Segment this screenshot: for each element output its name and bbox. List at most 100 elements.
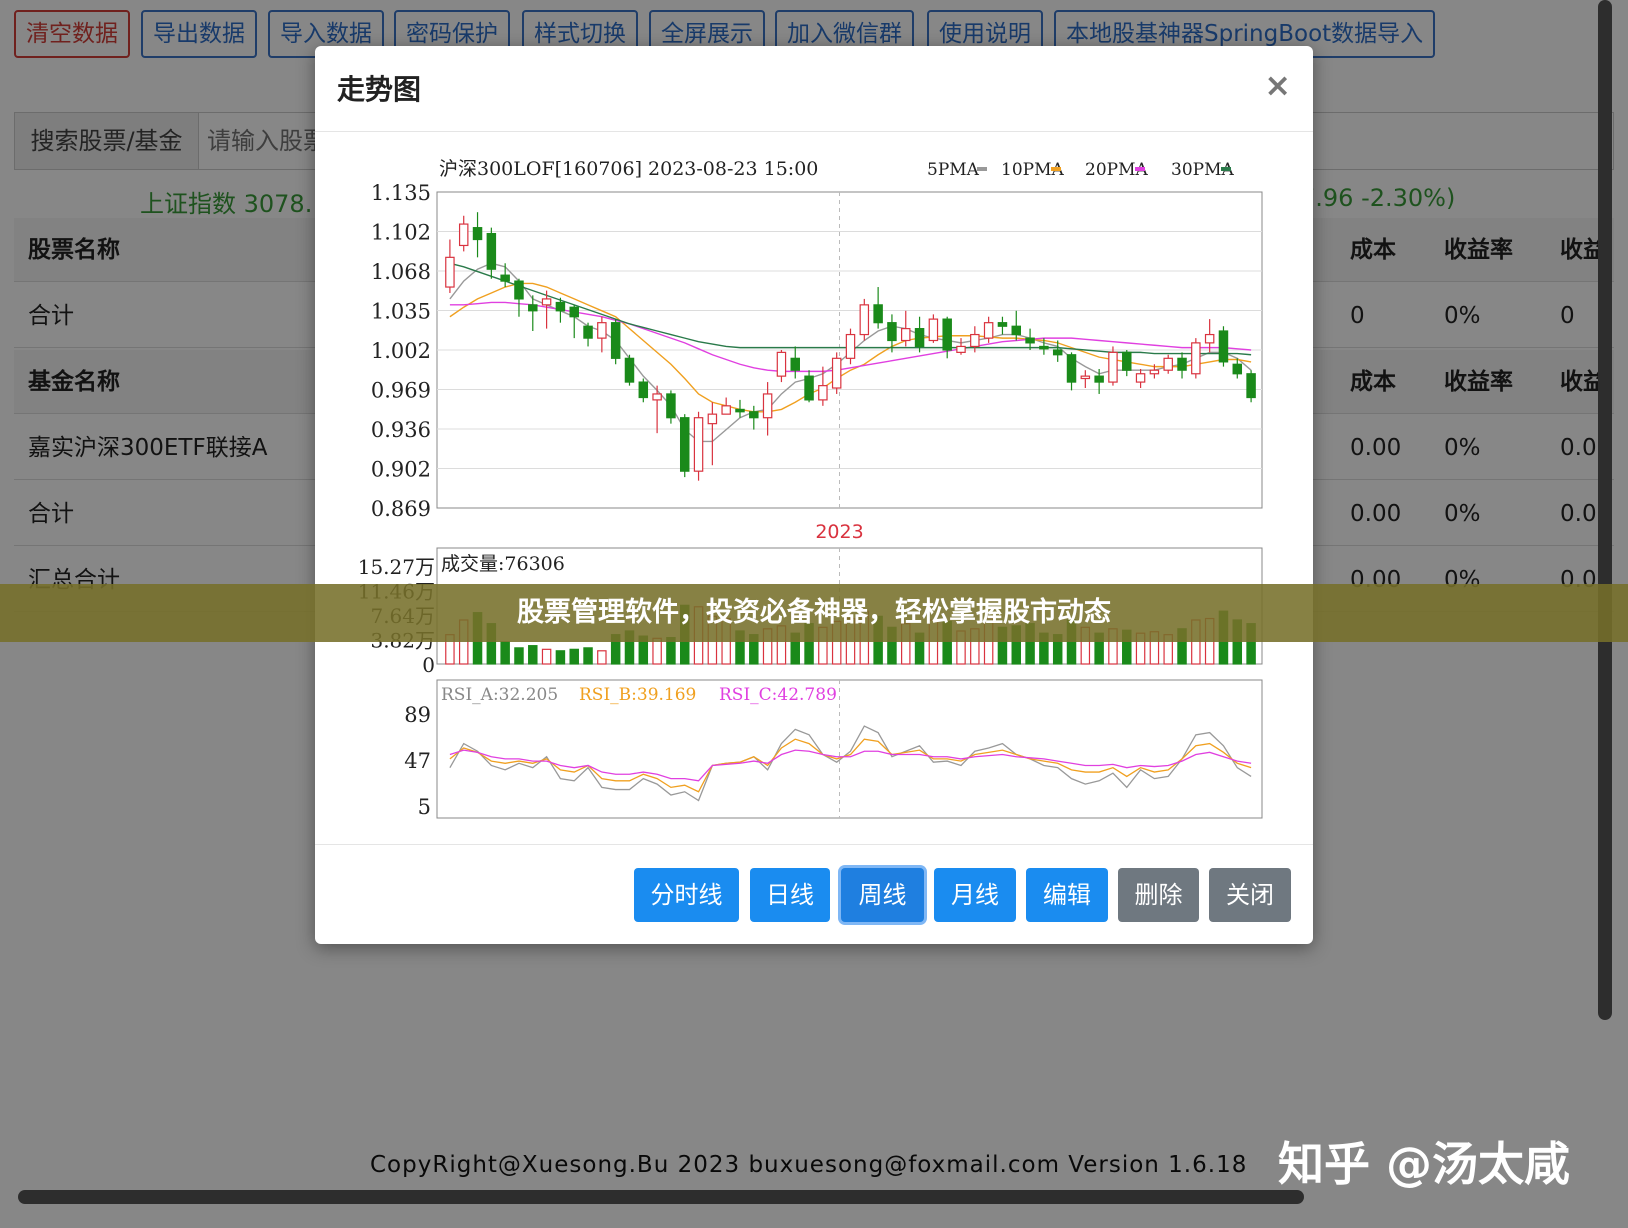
price-tick-label: 0.936 — [371, 418, 431, 442]
weekly-button[interactable]: 周线 — [841, 868, 924, 922]
price-tick-label: 0.902 — [371, 458, 431, 482]
candle-body — [1191, 342, 1201, 375]
banner-text: 股票管理软件，投资必备神器，轻松掌握股市动态 — [517, 597, 1111, 628]
volume-bar — [652, 637, 662, 665]
candle-body — [693, 417, 704, 472]
modal-header: 走势图 × — [315, 46, 1313, 132]
candle-body — [514, 280, 524, 300]
candle-body — [1066, 354, 1077, 383]
price-tick-label: 1.068 — [371, 260, 431, 284]
volume-label: 成交量:76306 — [441, 553, 565, 575]
candle-body — [528, 304, 538, 312]
candle-body — [859, 304, 870, 336]
intraday-button[interactable]: 分时线 — [634, 868, 739, 922]
edit-button[interactable]: 编辑 — [1026, 868, 1108, 922]
candle-body — [735, 408, 745, 413]
candle-body — [997, 322, 1008, 327]
candle-body — [1025, 337, 1035, 344]
candle-body — [762, 393, 773, 419]
delete-button[interactable]: 删除 — [1118, 868, 1199, 922]
price-tick-label: 1.135 — [371, 181, 431, 205]
price-tick-label: 1.102 — [371, 221, 431, 245]
candle-body — [707, 413, 718, 425]
legend-swatch — [1135, 167, 1145, 171]
watermark: 知乎 @汤太咸 — [1278, 1137, 1571, 1191]
rsi-tick-label: 47 — [404, 749, 431, 773]
candle-body — [1094, 375, 1104, 383]
candle-body — [583, 325, 593, 339]
candle-body — [831, 357, 842, 389]
volume-bar — [541, 648, 552, 665]
candle-body — [1039, 345, 1049, 350]
price-tick-label: 0.869 — [371, 497, 431, 521]
candle-body — [873, 304, 883, 324]
x-axis-label: 2023 — [815, 521, 863, 543]
candle-body — [1135, 373, 1146, 383]
rsi-panel — [436, 679, 1263, 819]
candle-body — [610, 322, 621, 359]
price-tick-label: 1.002 — [371, 339, 431, 363]
candle-body — [666, 393, 676, 419]
candle-body — [928, 318, 939, 342]
daily-button[interactable]: 日线 — [750, 868, 830, 922]
candle-body — [1218, 330, 1229, 363]
candle-body — [970, 333, 980, 348]
candle-body — [569, 306, 579, 318]
trend-chart: 1.135 1.102 1.068 1.035 1.002 0.969 0.936 0.902… — [358, 158, 1263, 819]
price-tick-label: 0.969 — [371, 379, 431, 403]
candle-body — [445, 256, 455, 288]
candle-body — [458, 223, 469, 247]
candle-body — [845, 333, 856, 359]
volume-bar — [569, 648, 579, 665]
candle-body — [721, 405, 731, 415]
candle-body — [804, 375, 814, 401]
promo-banner: 股票管理软件，投资必备神器，轻松掌握股市动态 — [0, 584, 1628, 642]
volume-bar — [500, 641, 510, 665]
candle-body — [555, 301, 566, 312]
candle-body — [790, 357, 800, 371]
legend-swatch — [1051, 167, 1061, 171]
candle-body — [1232, 363, 1243, 375]
candle-body — [1149, 369, 1160, 375]
candle-body — [1080, 375, 1091, 380]
candle-body — [1122, 351, 1132, 371]
candle-body — [983, 322, 994, 339]
candle-body — [818, 385, 828, 401]
volume-bar — [583, 647, 593, 665]
chart-title: 沪深300LOF[160706] 2023-08-23 15:00 — [439, 158, 818, 180]
candle-body — [500, 274, 510, 282]
volume-tick-label: 0 — [422, 653, 435, 677]
rsi-tick-label: 5 — [418, 795, 431, 819]
candle-body — [638, 381, 649, 399]
candle-body — [597, 322, 607, 339]
candle-body — [1052, 349, 1063, 356]
legend-swatch — [1221, 167, 1231, 171]
candle-body — [652, 393, 662, 401]
close-icon[interactable]: × — [1264, 66, 1291, 104]
volume-bar — [528, 645, 538, 665]
legend-label: 5PMA — [927, 160, 980, 180]
candle-body — [1204, 333, 1215, 344]
candle-body — [776, 351, 787, 377]
candle-body — [541, 298, 552, 306]
candle-body — [486, 232, 497, 270]
close-button[interactable]: 关闭 — [1209, 868, 1291, 922]
candle-body — [1246, 373, 1256, 399]
candle-body — [472, 227, 483, 241]
rsi-tick-label: 89 — [404, 703, 431, 727]
legend-swatch — [977, 167, 987, 171]
rsi-a-label: RSI_A:32.205 — [441, 685, 558, 705]
volume-bar — [514, 647, 524, 665]
volume-tick-label: 15.27万 — [358, 555, 435, 579]
volume-bar — [555, 650, 566, 665]
candle-body — [1177, 357, 1187, 371]
candle-body — [749, 411, 759, 419]
candle-body — [887, 322, 897, 342]
candle-body — [1108, 351, 1118, 383]
candle-body — [679, 417, 690, 472]
modal-title: 走势图 — [337, 73, 422, 106]
candle-body — [956, 345, 966, 353]
monthly-button[interactable]: 月线 — [934, 868, 1016, 922]
rsi-b-label: RSI_B:39.169 — [579, 685, 696, 705]
price-tick-label: 1.035 — [371, 300, 431, 324]
